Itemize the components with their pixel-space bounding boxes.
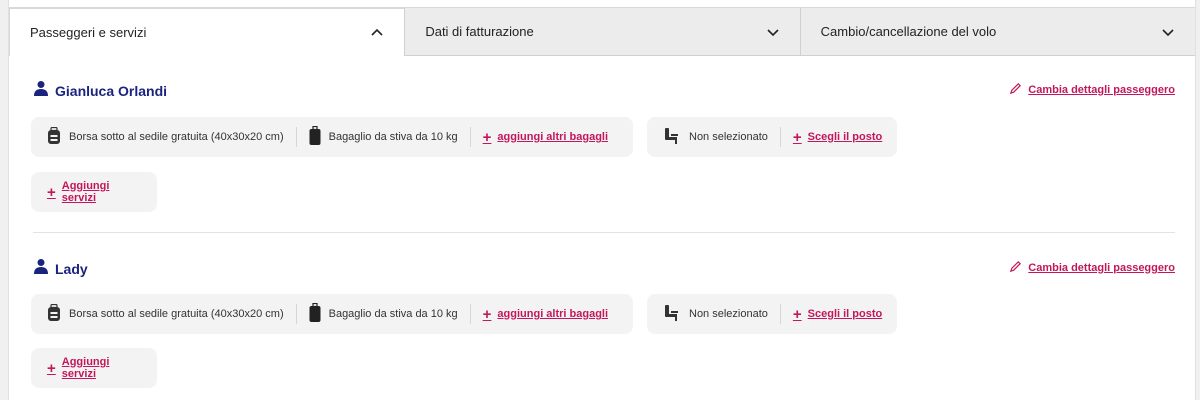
tab-passeggeri-servizi[interactable]: Passeggeri e servizi [9, 8, 405, 56]
edit-passenger-label: Cambia dettagli passeggero [1028, 262, 1175, 274]
passenger-header: Gianluca Orlandi [33, 80, 167, 101]
add-bags-item[interactable]: + aggiungi altri bagagli [471, 304, 610, 324]
booking-panel: Passeggeri e servizi Dati di fatturazion… [8, 0, 1196, 400]
seat-icon [663, 304, 681, 325]
edit-passenger-label: Cambia dettagli passeggero [1028, 84, 1175, 96]
choose-seat-link[interactable]: + Scegli il posto [793, 130, 882, 145]
seat-status-item: Non selezionato [659, 304, 781, 324]
chevron-up-icon [370, 26, 384, 40]
choose-seat-item[interactable]: + Scegli il posto [781, 127, 884, 147]
plus-icon: + [792, 305, 802, 323]
bag-free-label: Borsa sotto al sedile gratuita (40x30x20… [69, 131, 284, 143]
top-border [9, 0, 1195, 8]
add-bags-link[interactable]: + aggiungi altri bagagli [483, 307, 608, 322]
choose-seat-item[interactable]: + Scegli il posto [781, 304, 884, 324]
edit-passenger-link[interactable]: Cambia dettagli passeggero [1009, 260, 1175, 276]
bag-hold-label: Bagaglio da stiva da 10 kg [328, 308, 458, 320]
baggage-group: Borsa sotto al sedile gratuita (40x30x20… [31, 117, 633, 157]
seat-group: Non selezionato + Scegli il posto [647, 117, 897, 157]
backpack-icon [47, 126, 61, 148]
add-bags-label: aggiungi altri bagagli [497, 131, 609, 143]
add-bags-label: aggiungi altri bagagli [497, 308, 609, 320]
add-bags-item[interactable]: + aggiungi altri bagagli [471, 127, 610, 147]
tab-label: Passeggeri e servizi [30, 25, 147, 40]
bag-hold-item: Bagaglio da stiva da 10 kg [297, 302, 471, 326]
add-services-link[interactable]: + Aggiungi servizi [43, 356, 145, 380]
user-icon [33, 80, 49, 101]
passenger-header: Lady [33, 258, 88, 279]
chevron-down-icon [766, 25, 780, 39]
bag-free-item: Borsa sotto al sedile gratuita (40x30x20… [43, 303, 297, 325]
pencil-icon [1009, 82, 1022, 98]
plus-icon: + [47, 183, 56, 201]
tab-cambio-cancellazione[interactable]: Cambio/cancellazione del volo [799, 8, 1195, 56]
choose-seat-label: Scegli il posto [807, 131, 883, 143]
backpack-icon [47, 303, 61, 325]
tab-label: Dati di fatturazione [425, 24, 534, 39]
passenger-name: Gianluca Orlandi [55, 82, 168, 99]
baggage-group: Borsa sotto al sedile gratuita (40x30x20… [31, 294, 633, 334]
seat-status-item: Non selezionato [659, 127, 781, 147]
suitcase-icon [309, 125, 321, 149]
pencil-icon [1009, 260, 1022, 276]
accordion-tabs: Passeggeri e servizi Dati di fatturazion… [9, 8, 1195, 56]
add-services-group[interactable]: + Aggiungi servizi [31, 172, 157, 212]
suitcase-icon [309, 302, 321, 326]
seat-group: Non selezionato + Scegli il posto [647, 294, 897, 334]
user-icon [33, 258, 49, 279]
bag-free-label: Borsa sotto al sedile gratuita (40x30x20… [69, 308, 284, 320]
seat-icon [663, 127, 681, 148]
tab-dati-fatturazione[interactable]: Dati di fatturazione [404, 8, 800, 56]
plus-icon: + [482, 128, 492, 146]
choose-seat-link[interactable]: + Scegli il posto [793, 307, 882, 322]
add-bags-link[interactable]: + aggiungi altri bagagli [483, 130, 608, 145]
add-services-label: Aggiungi servizi [61, 180, 110, 204]
add-services-label: Aggiungi servizi [61, 356, 110, 380]
choose-seat-label: Scegli il posto [807, 308, 883, 320]
plus-icon: + [482, 305, 492, 323]
tab-label: Cambio/cancellazione del volo [820, 24, 997, 39]
plus-icon: + [47, 359, 56, 377]
seat-status-label: Non selezionato [689, 131, 768, 143]
seat-status-label: Non selezionato [689, 308, 768, 320]
bag-free-item: Borsa sotto al sedile gratuita (40x30x20… [43, 126, 297, 148]
bag-hold-label: Bagaglio da stiva da 10 kg [328, 131, 458, 143]
bag-hold-item: Bagaglio da stiva da 10 kg [297, 125, 471, 149]
passenger-divider [33, 232, 1175, 233]
chevron-down-icon [1161, 25, 1175, 39]
passenger-name: Lady [55, 260, 88, 277]
add-services-group[interactable]: + Aggiungi servizi [31, 348, 157, 388]
add-services-link[interactable]: + Aggiungi servizi [43, 180, 145, 204]
plus-icon: + [792, 128, 802, 146]
edit-passenger-link[interactable]: Cambia dettagli passeggero [1009, 82, 1175, 98]
